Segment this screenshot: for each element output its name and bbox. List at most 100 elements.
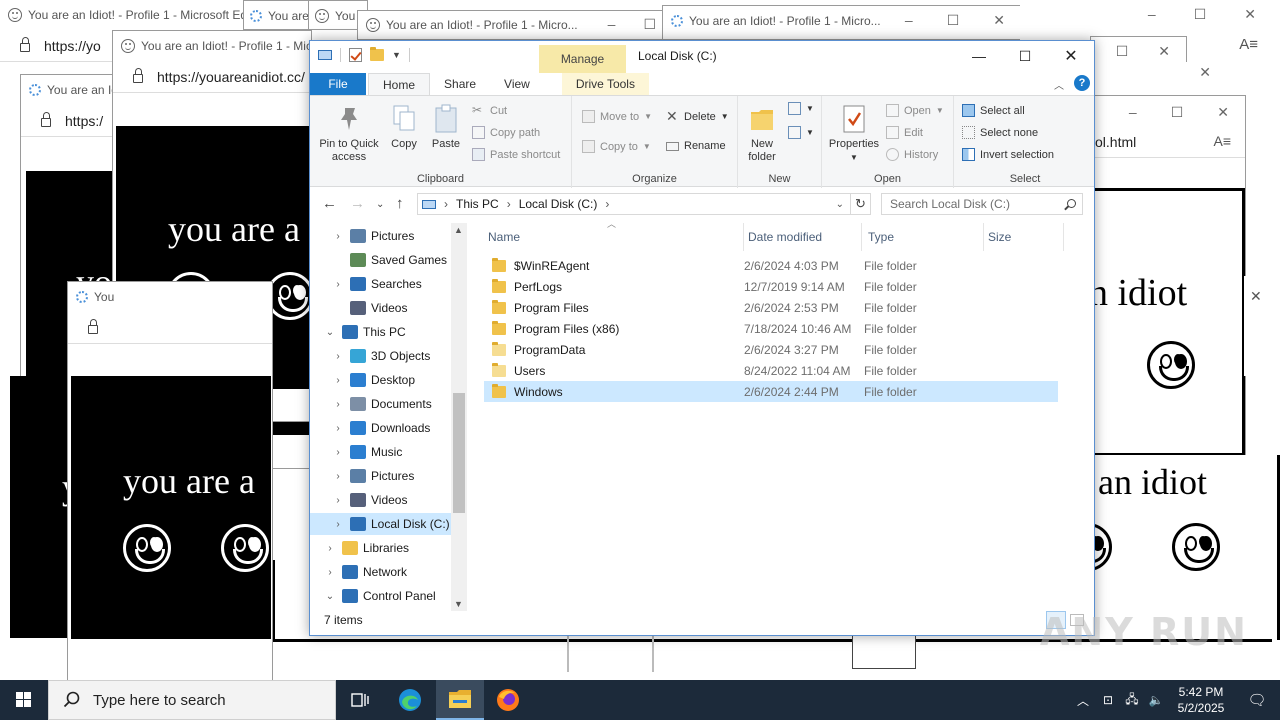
delete-button[interactable]: ✕ Delete ▼: [666, 109, 729, 123]
open-button[interactable]: Open ▼: [886, 104, 944, 117]
easy-access-button[interactable]: ▼: [788, 126, 814, 139]
sidebar-item-videos[interactable]: Videos: [310, 297, 451, 319]
maximize-icon[interactable]: ☐: [947, 12, 960, 29]
browser-window-15[interactable]: yo: [10, 376, 98, 638]
taskbar-search-box[interactable]: Type here to search: [48, 680, 336, 720]
sidebar-item-downloads[interactable]: › Downloads: [310, 417, 451, 439]
cut-button[interactable]: ✂ Cut: [472, 104, 507, 117]
address-dropdown-icon[interactable]: ⌄: [836, 199, 844, 210]
rename-button[interactable]: Rename: [666, 140, 726, 152]
paste-button[interactable]: Paste: [426, 104, 466, 151]
new-folder-button[interactable]: New folder: [742, 104, 782, 164]
volume-icon[interactable]: 🔈: [1144, 693, 1168, 707]
minimize-icon[interactable]: —: [956, 41, 1002, 71]
show-hidden-icons-chevron-icon[interactable]: ︿: [1070, 692, 1096, 709]
expand-chevron-icon[interactable]: ›: [332, 471, 344, 482]
expand-chevron-icon[interactable]: ›: [332, 399, 344, 410]
maximize-icon[interactable]: ☐: [1116, 43, 1129, 60]
task-view-icon[interactable]: [336, 680, 384, 720]
breadcrumb-separator-icon[interactable]: ›: [444, 197, 448, 211]
notification-icon[interactable]: 🗨: [1234, 691, 1280, 709]
address-bar[interactable]: https://youareanidiot.cc/: [113, 61, 311, 93]
expand-chevron-icon[interactable]: ›: [332, 351, 344, 362]
sidebar-item-this-pc[interactable]: ⌄ This PC: [310, 321, 451, 343]
breadcrumb-this-pc[interactable]: This PC: [456, 197, 499, 211]
scrollbar-thumb[interactable]: [453, 393, 465, 513]
search-input[interactable]: Search Local Disk (C:): [881, 193, 1083, 215]
expand-chevron-icon[interactable]: ⌄: [324, 327, 336, 338]
expand-chevron-icon[interactable]: ›: [332, 519, 344, 530]
meet-now-icon[interactable]: ⊡: [1096, 693, 1120, 707]
network-icon[interactable]: 🖧: [1120, 690, 1144, 711]
file-row[interactable]: Users 8/24/2022 11:04 AM File folder: [484, 360, 1058, 381]
minimize-icon[interactable]: –: [608, 16, 616, 33]
sidebar-item-libraries[interactable]: › Libraries: [310, 537, 451, 559]
copy-to-button[interactable]: Copy to ▼: [582, 140, 651, 153]
file-row[interactable]: PerfLogs 12/7/2019 9:14 AM File folder: [484, 276, 1058, 297]
expand-chevron-icon[interactable]: ⌄: [324, 591, 336, 602]
browser-window-4[interactable]: You are an Idiot! - Profile 1 - Micro...…: [357, 10, 669, 40]
tab-manage[interactable]: Manage: [539, 45, 626, 73]
properties-button[interactable]: Properties ▼: [826, 104, 882, 164]
minimize-icon[interactable]: –: [1148, 6, 1156, 23]
new-folder-icon[interactable]: [370, 47, 384, 61]
breadcrumb-separator-icon[interactable]: ›: [507, 197, 511, 211]
refresh-icon[interactable]: ↻: [851, 193, 871, 215]
history-button[interactable]: History: [886, 148, 938, 161]
reader-icon[interactable]: A≡: [1239, 36, 1258, 53]
tab-drive-tools[interactable]: Drive Tools: [561, 73, 649, 95]
expand-chevron-icon[interactable]: ›: [332, 231, 344, 242]
file-row[interactable]: ProgramData 2/6/2024 3:27 PM File folder: [484, 339, 1058, 360]
nav-pane-scrollbar[interactable]: ▲ ▼: [451, 223, 467, 611]
select-all-button[interactable]: Select all: [962, 104, 1025, 117]
maximize-icon[interactable]: ☐: [643, 16, 656, 33]
sidebar-item-network[interactable]: › Network: [310, 561, 451, 583]
start-button[interactable]: [0, 680, 48, 720]
tab-share[interactable]: Share: [430, 73, 490, 95]
column-header-size[interactable]: Size: [984, 223, 1064, 251]
close-icon[interactable]: ✕: [1250, 288, 1262, 305]
new-item-button[interactable]: ▼: [788, 102, 814, 115]
sidebar-item-saved-games[interactable]: Saved Games: [310, 249, 451, 271]
file-row[interactable]: Program Files (x86) 7/18/2024 10:46 AM Fil…: [484, 318, 1058, 339]
column-header-type[interactable]: Type: [864, 223, 984, 251]
maximize-icon[interactable]: ☐: [1194, 6, 1207, 23]
close-icon[interactable]: ✕: [993, 12, 1005, 29]
edge-icon[interactable]: [386, 680, 434, 720]
expand-chevron-icon[interactable]: ›: [324, 567, 336, 578]
title-bar[interactable]: ▼ Manage Local Disk (C:) — ☐ ✕: [310, 41, 1094, 73]
close-icon[interactable]: ✕: [1158, 43, 1170, 60]
sidebar-item-videos[interactable]: › Videos: [310, 489, 451, 511]
sidebar-item-music[interactable]: › Music: [310, 441, 451, 463]
browser-window-9[interactable]: – ☐ ✕ ol.html A≡ n idiot: [1094, 95, 1246, 490]
browser-window-5[interactable]: You are an Idiot! - Profile 1 - Micro...…: [662, 5, 1022, 40]
firefox-icon[interactable]: [484, 680, 532, 720]
this-pc-icon[interactable]: [318, 50, 332, 60]
properties-icon[interactable]: [349, 48, 362, 62]
tab-view[interactable]: View: [490, 73, 544, 95]
maximize-icon[interactable]: ☐: [1002, 41, 1048, 71]
address-bar[interactable]: [68, 312, 272, 344]
copy-path-button[interactable]: Copy path: [472, 126, 540, 139]
file-row[interactable]: Program Files 2/6/2024 2:53 PM File folder: [484, 297, 1058, 318]
paste-shortcut-button[interactable]: Paste shortcut: [472, 148, 560, 161]
browser-window-2[interactable]: You are: [243, 0, 313, 30]
back-arrow-icon[interactable]: ←: [322, 195, 337, 212]
expand-chevron-icon[interactable]: ›: [332, 495, 344, 506]
file-explorer-window[interactable]: ▼ Manage Local Disk (C:) — ☐ ✕ File Home…: [309, 40, 1095, 636]
minimize-icon[interactable]: –: [1129, 104, 1137, 121]
scroll-down-icon[interactable]: ▼: [454, 599, 463, 609]
tab-home[interactable]: Home: [368, 73, 431, 95]
reader-icon[interactable]: A≡: [1213, 133, 1231, 149]
scroll-up-icon[interactable]: ▲: [454, 225, 463, 235]
sidebar-item-control-panel[interactable]: ⌄ Control Panel: [310, 585, 451, 607]
maximize-icon[interactable]: ☐: [1171, 104, 1184, 121]
browser-window-16[interactable]: You you are a: [67, 281, 273, 681]
breadcrumb-local-disk[interactable]: Local Disk (C:): [519, 197, 598, 211]
edit-button[interactable]: Edit: [886, 126, 923, 139]
forward-arrow-icon[interactable]: →: [350, 195, 365, 212]
tab-file[interactable]: File: [310, 73, 366, 95]
browser-window-8[interactable]: ✕: [1090, 62, 1215, 97]
sidebar-item-desktop[interactable]: › Desktop: [310, 369, 451, 391]
select-none-button[interactable]: Select none: [962, 126, 1038, 139]
